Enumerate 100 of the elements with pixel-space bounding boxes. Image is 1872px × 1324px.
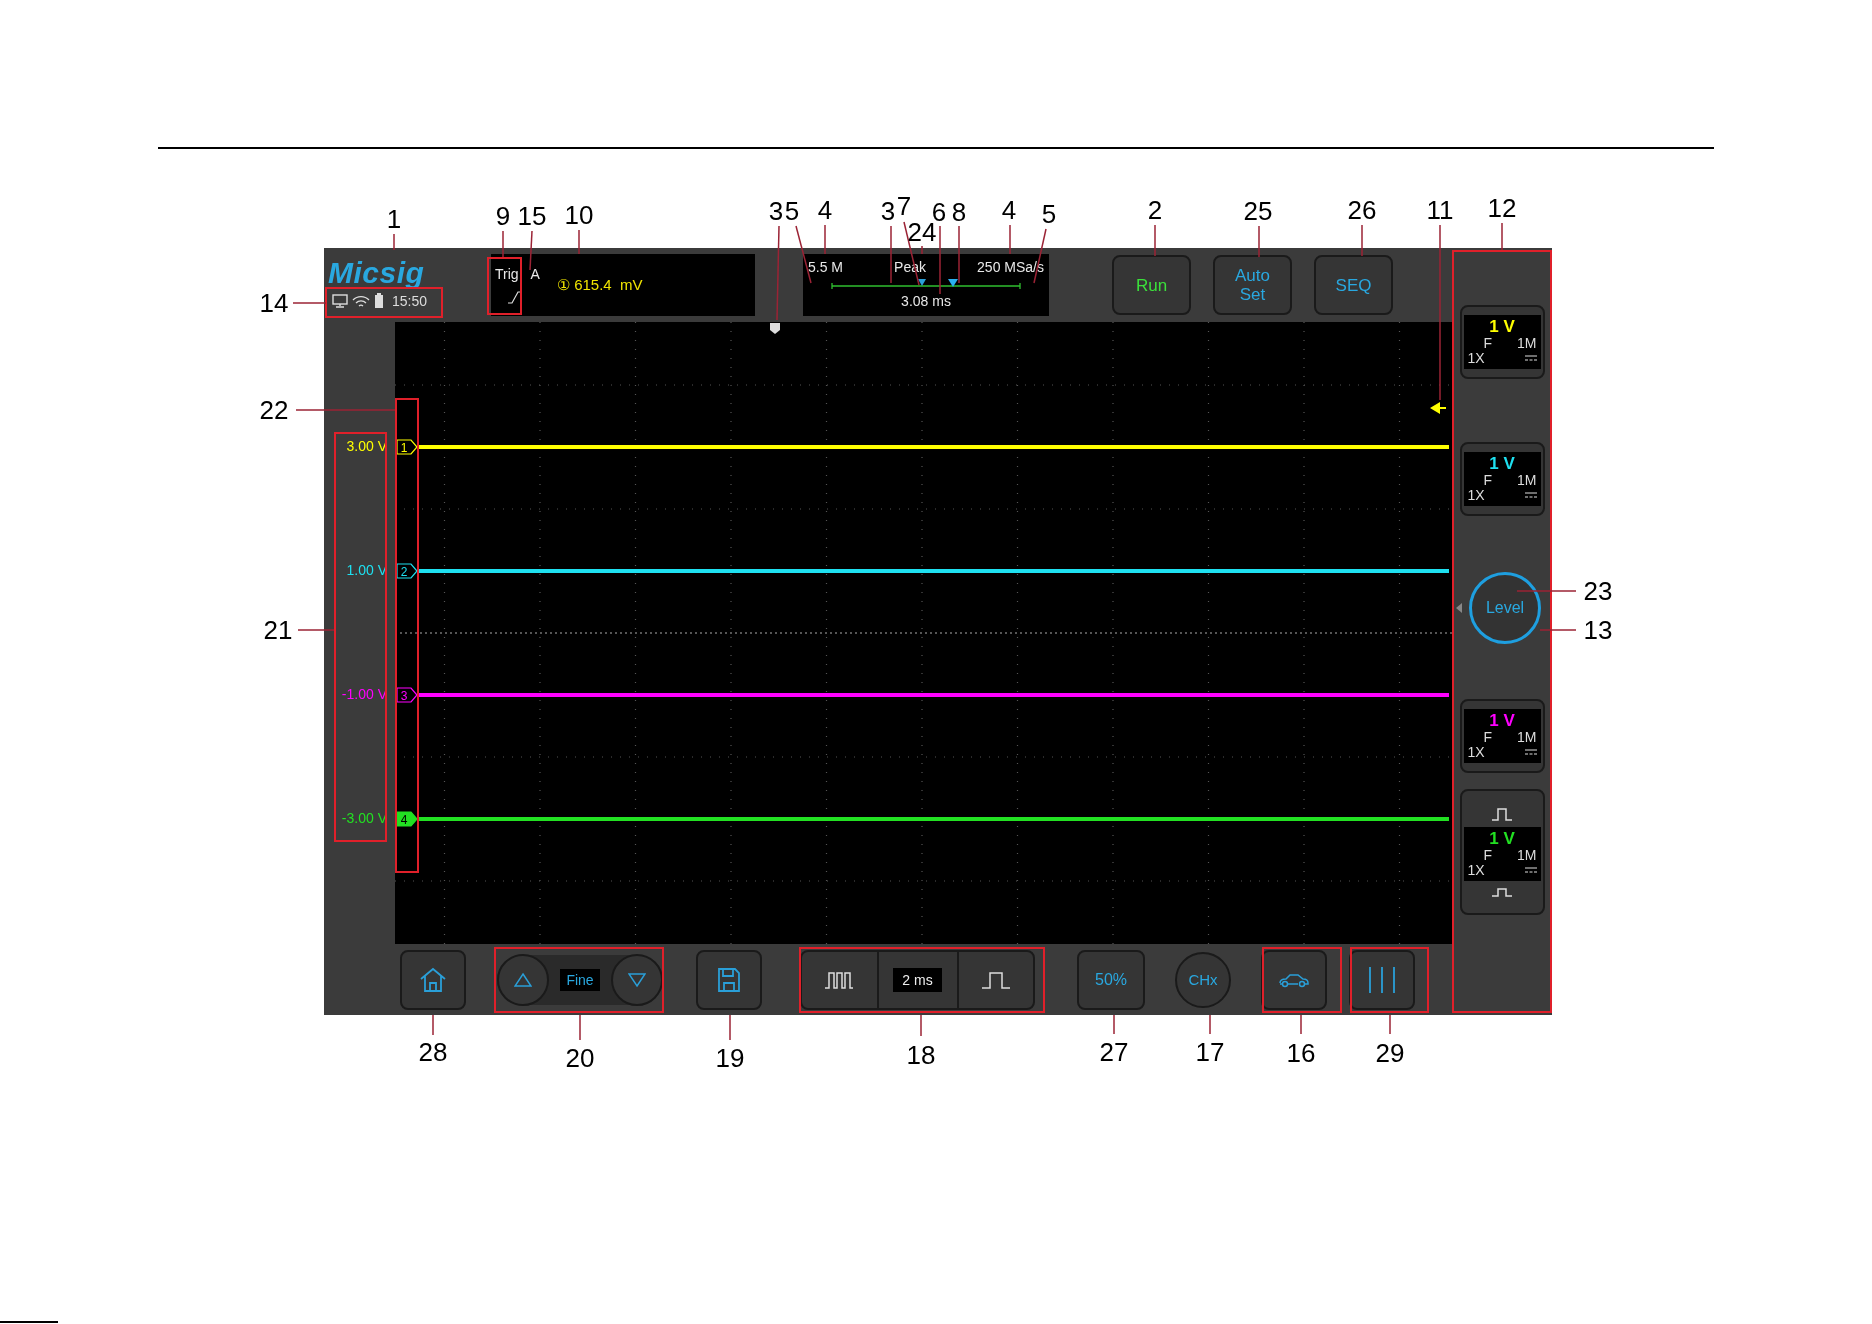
wifi-icon — [352, 294, 370, 308]
channel-scale: 1 V — [1488, 712, 1516, 730]
pulse-train-icon — [824, 970, 855, 989]
home-button[interactable] — [400, 949, 466, 1010]
trigger-panel[interactable]: Trig A ① 615.4 mV — [491, 254, 755, 316]
logo: Micsig — [328, 257, 426, 289]
trigger-label: Trig — [495, 266, 519, 282]
channel-marker[interactable]: 4 — [396, 811, 418, 827]
callout-number: 17 — [1195, 1038, 1225, 1066]
callout-number: 15 — [517, 202, 547, 230]
leader-line — [432, 1014, 434, 1036]
channel-card[interactable]: 1 V F 1M 1X — [1459, 442, 1545, 516]
run-button[interactable]: Run — [1112, 255, 1191, 315]
time-position: 3.08 ms — [901, 293, 951, 309]
channel-switch-button[interactable]: CHx — [1175, 951, 1231, 1008]
fine-toggle[interactable]: Fine — [560, 968, 600, 991]
dc-coupling-icon — [1524, 867, 1537, 874]
save-button[interactable] — [696, 949, 762, 1010]
callout-number: 3 — [880, 197, 896, 225]
dc-coupling-icon — [1524, 749, 1537, 756]
callout-number: 27 — [1099, 1038, 1129, 1066]
bandwidth-label: F — [1483, 336, 1493, 351]
channel-card[interactable]: 1 V F 1M 1X — [1459, 305, 1545, 379]
view-position-marker-icon — [947, 278, 959, 288]
callout-number: 4 — [1001, 196, 1017, 224]
level-button[interactable]: Level — [1469, 572, 1541, 644]
channel-marker[interactable]: 3 — [396, 687, 418, 703]
callout-number: 29 — [1375, 1039, 1405, 1067]
highlight-frame — [487, 257, 522, 315]
sample-rate: 250 MSa/s — [977, 259, 1044, 275]
leader-line — [292, 302, 327, 304]
probe-label: 1X — [1467, 863, 1485, 878]
home-icon — [419, 966, 447, 993]
callout-number: 4 — [817, 196, 833, 224]
car-button[interactable] — [1261, 949, 1327, 1010]
leader-line — [939, 225, 941, 295]
pointer-triangle-icon — [1455, 602, 1463, 614]
probe-label: 1X — [1467, 745, 1485, 760]
callout-number: 25 — [1243, 197, 1273, 225]
channel-marker[interactable]: 2 — [396, 563, 418, 579]
callout-number: 10 — [564, 201, 594, 229]
leader-line — [1009, 224, 1011, 255]
channel-card[interactable]: 1 V F 1M 1X — [1459, 699, 1545, 773]
rising-edge-icon — [507, 290, 523, 304]
leader-line — [1258, 225, 1260, 258]
leader-line — [1501, 222, 1503, 251]
channel-card[interactable]: 1 V F 1M 1X — [1459, 789, 1545, 915]
callout-number: 9 — [495, 202, 511, 230]
leader-line — [1361, 224, 1363, 257]
leader-line — [1209, 1014, 1211, 1035]
callout-number: 1 — [386, 205, 402, 233]
memory-depth: 5.5 M — [808, 259, 843, 275]
leader-line — [920, 1014, 922, 1037]
channel-scale: 1 V — [1488, 318, 1516, 336]
channel-marker[interactable]: 1 — [396, 439, 418, 455]
callout-number: 11 — [1426, 196, 1454, 224]
callout-number: 7 — [896, 192, 912, 220]
callout-number: 5 — [1041, 200, 1057, 228]
dc-coupling-icon — [1524, 355, 1537, 362]
callout-number: 14 — [259, 289, 289, 317]
clock-time: 15:50 — [392, 293, 428, 309]
callout-number: 13 — [1583, 616, 1613, 644]
callout-number: 22 — [259, 396, 289, 424]
channel-scale: 1 V — [1488, 455, 1516, 473]
callout-number: 8 — [951, 198, 967, 226]
trigger-marker-icon — [917, 278, 927, 287]
callout-number: 19 — [715, 1044, 745, 1072]
up-button[interactable] — [497, 953, 549, 1006]
pulse-icon — [1491, 887, 1513, 897]
bandwidth-label: F — [1483, 730, 1493, 745]
down-button[interactable] — [611, 953, 663, 1006]
callout-number: 3 — [768, 197, 784, 225]
probe-label: 1X — [1467, 488, 1485, 503]
auto-button[interactable]: Auto Set — [1213, 255, 1292, 315]
leader-line — [578, 229, 580, 255]
leader-line — [1516, 590, 1577, 592]
leader-line — [729, 1014, 731, 1041]
impedance-label: 1M — [1517, 730, 1537, 745]
battery-icon — [374, 293, 384, 309]
leader-line — [502, 230, 504, 258]
channel-scale: 1 V — [1488, 830, 1516, 848]
leader-line — [297, 629, 335, 631]
seq-button[interactable]: SEQ — [1314, 255, 1393, 315]
callout-number: 20 — [565, 1044, 595, 1072]
cursor-button[interactable] — [1349, 949, 1415, 1010]
callout-number: 2 — [1147, 196, 1163, 224]
three-bars-icon — [1367, 965, 1397, 994]
fifty-percent-button[interactable]: 50% — [1077, 949, 1145, 1010]
monitor-icon — [332, 294, 348, 308]
callout-number: 16 — [1286, 1039, 1316, 1067]
leader-line — [958, 225, 960, 284]
bandwidth-label: F — [1483, 848, 1493, 863]
probe-label: 1X — [1467, 351, 1485, 366]
callout-number: 18 — [906, 1041, 936, 1069]
pulse-icon — [1491, 807, 1513, 821]
callout-number: 26 — [1347, 196, 1377, 224]
trigger-position-marker-icon — [770, 323, 780, 334]
leader-line — [824, 224, 826, 255]
callout-number: 5 — [784, 197, 800, 225]
impedance-label: 1M — [1517, 336, 1537, 351]
